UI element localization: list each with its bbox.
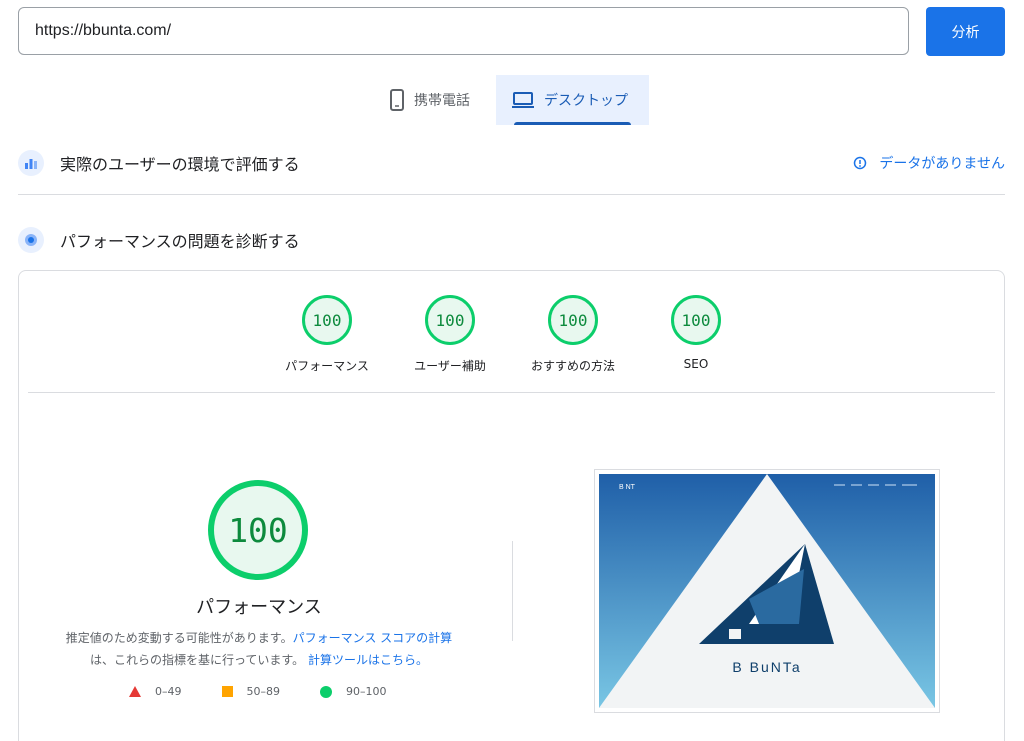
gauge-score: 100	[671, 295, 721, 345]
gauge-accessibility[interactable]: 100 ユーザー補助	[390, 295, 510, 374]
green-circle-icon	[320, 685, 332, 698]
legend-range: 90–100	[346, 685, 387, 698]
tab-mobile-label: 携帯電話	[414, 93, 470, 109]
category-gauges: 100 パフォーマンス 100 ユーザー補助 100 おすすめの方法 100 S…	[19, 295, 1004, 385]
site-header-logo: B NT	[619, 484, 636, 491]
lighthouse-report-card: 100 パフォーマンス 100 ユーザー補助 100 おすすめの方法 100 S…	[18, 270, 1005, 741]
section-divider	[18, 194, 1005, 195]
legend-range: 0–49	[155, 685, 182, 698]
field-data-header: 実際のユーザーの環境で評価する データがありません	[18, 145, 1005, 181]
note-text: は、これらの指標を基に行っています。	[89, 653, 305, 667]
score-legend: 0–49 50–89 90–100	[129, 685, 427, 698]
gauge-best-practices[interactable]: 100 おすすめの方法	[513, 295, 633, 374]
performance-note: 推定値のため変動する可能性があります。パフォーマンス スコアの計算 は、これらの…	[49, 627, 469, 671]
performance-big-label: パフォーマンス	[196, 597, 322, 618]
gauge-performance[interactable]: 100 パフォーマンス	[267, 295, 387, 374]
gauge-label: おすすめの方法	[530, 359, 615, 373]
calculator-link[interactable]: 計算ツールはこちら。	[308, 653, 428, 667]
legend-average: 50–89	[221, 685, 281, 698]
tab-mobile[interactable]: 携帯電話	[374, 75, 496, 125]
gauge-seo[interactable]: 100 SEO	[636, 295, 756, 371]
no-data-label: データがありません	[879, 156, 1005, 172]
gauge-score: 100	[548, 295, 598, 345]
site-brand-text: B BuNTa	[732, 659, 801, 675]
lab-data-title: パフォーマンスの問題を診断する	[60, 232, 300, 251]
field-data-title: 実際のユーザーの環境で評価する	[60, 155, 300, 174]
gauge-label: パフォーマンス	[285, 359, 369, 373]
lab-data-header: パフォーマンスの問題を診断する	[18, 222, 1005, 258]
url-input[interactable]	[35, 22, 908, 40]
legend-range: 50–89	[246, 685, 281, 698]
no-data-indicator: データがありません	[853, 153, 1005, 173]
tab-desktop-label: デスクトップ	[544, 93, 628, 109]
note-text: 推定値のため変動する可能性があります。	[65, 631, 293, 645]
legend-pass: 90–100	[320, 685, 387, 698]
gauge-label: ユーザー補助	[414, 359, 486, 373]
analyze-button[interactable]: 分析	[926, 7, 1005, 56]
info-icon	[853, 156, 867, 170]
score-calc-link[interactable]: パフォーマンス スコアの計算	[293, 631, 453, 645]
legend-fail: 0–49	[129, 685, 182, 698]
orange-square-icon	[221, 686, 233, 697]
laptop-icon	[512, 92, 534, 108]
card-divider	[28, 392, 995, 393]
red-triangle-icon	[129, 686, 141, 697]
phone-icon	[390, 89, 404, 111]
gauge-score: 100	[425, 295, 475, 345]
performance-big-gauge: 100	[208, 480, 308, 580]
tab-desktop[interactable]: デスクトップ	[496, 75, 649, 125]
gauge-label: SEO	[683, 357, 709, 371]
vertical-divider	[512, 541, 513, 641]
gauge-score: 100	[302, 295, 352, 345]
url-input-wrapper[interactable]	[18, 7, 909, 55]
crux-icon	[18, 150, 44, 176]
final-screenshot: B NT B BuNTa	[594, 469, 940, 713]
device-tabs: 携帯電話 デスクトップ	[374, 75, 649, 125]
lighthouse-icon	[18, 227, 44, 253]
